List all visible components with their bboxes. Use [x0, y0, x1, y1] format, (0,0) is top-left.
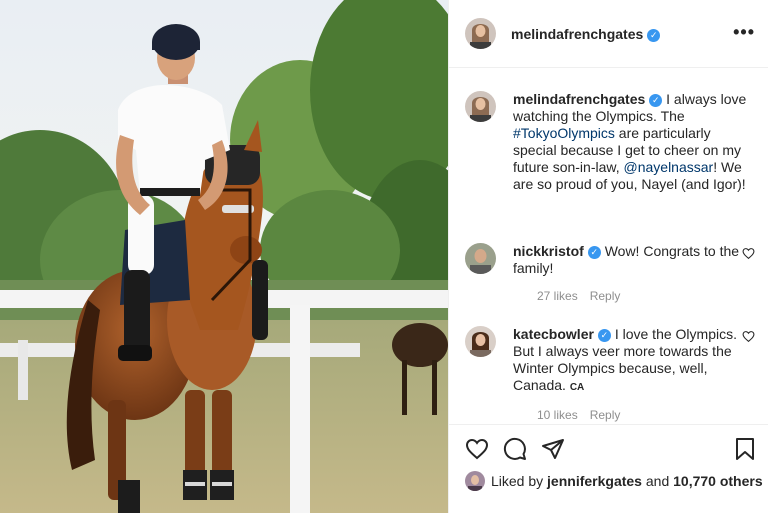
- verified-badge-icon: ✓: [587, 246, 601, 259]
- comment-text: katecbowler ✓ I love the Olympics. But I …: [513, 326, 755, 396]
- caption-text: melindafrenchgates ✓ I always love watchi…: [513, 91, 755, 193]
- caption-username[interactable]: melindafrenchgates: [513, 91, 645, 107]
- author-avatar[interactable]: [465, 18, 496, 49]
- likes-count[interactable]: 10,770 others: [673, 473, 763, 489]
- rider-on-horse-image: [0, 0, 448, 513]
- comments-section: melindafrenchgates ✓ I always love watchi…: [449, 68, 768, 424]
- commenter-username[interactable]: katecbowler: [513, 326, 594, 342]
- verified-badge-icon: ✓: [597, 329, 611, 342]
- comment-likes-count[interactable]: 10 likes: [537, 408, 578, 422]
- comment-likes-count[interactable]: 27 likes: [537, 289, 578, 303]
- likes-summary[interactable]: Liked by jenniferkgates and 10,770 other…: [465, 471, 763, 491]
- like-comment-heart-icon[interactable]: [742, 330, 755, 343]
- mention-link[interactable]: @nayelnassar: [624, 159, 714, 175]
- reply-button[interactable]: Reply: [590, 289, 621, 303]
- reply-button[interactable]: Reply: [590, 408, 621, 422]
- author-username-row: melindafrenchgates ✓: [511, 26, 661, 44]
- liker-username[interactable]: jenniferkgates: [547, 473, 642, 489]
- post-actions: Liked by jenniferkgates and 10,770 other…: [449, 424, 768, 513]
- post-side-panel: melindafrenchgates ✓ ••• melindafrenchgat…: [448, 0, 768, 513]
- canada-flag-icon: CA: [569, 382, 585, 393]
- commenter-avatar[interactable]: [465, 243, 496, 274]
- heart-icon[interactable]: [465, 437, 489, 461]
- caption: melindafrenchgates ✓ I always love watchi…: [465, 91, 755, 193]
- hashtag-link[interactable]: #TokyoOlympics: [513, 125, 615, 141]
- comment: nickkristof ✓ Wow! Congrats to the family…: [465, 243, 755, 303]
- comment-text: nickkristof ✓ Wow! Congrats to the family…: [513, 243, 755, 277]
- share-icon[interactable]: [541, 437, 565, 461]
- commenter-avatar[interactable]: [465, 326, 496, 357]
- verified-badge-icon: ✓: [649, 94, 663, 107]
- likes-prefix: Liked by: [491, 473, 544, 489]
- comment-meta: 27 likes Reply: [537, 289, 755, 303]
- liker-avatar: [465, 471, 485, 491]
- post-header: melindafrenchgates ✓ •••: [449, 0, 768, 68]
- author-username[interactable]: melindafrenchgates: [511, 26, 643, 42]
- like-comment-heart-icon[interactable]: [742, 247, 755, 260]
- comment-meta: 10 likes Reply: [537, 408, 755, 422]
- comment-icon[interactable]: [503, 437, 527, 461]
- commenter-username[interactable]: nickkristof: [513, 243, 584, 259]
- caption-author-avatar[interactable]: [465, 91, 496, 122]
- likes-middle: and: [645, 473, 670, 489]
- post-photo[interactable]: [0, 0, 448, 513]
- bookmark-icon[interactable]: [733, 437, 757, 461]
- more-options-icon[interactable]: •••: [733, 22, 755, 43]
- comment: katecbowler ✓ I love the Olympics. But I …: [465, 326, 755, 422]
- verified-badge-icon: ✓: [647, 29, 661, 42]
